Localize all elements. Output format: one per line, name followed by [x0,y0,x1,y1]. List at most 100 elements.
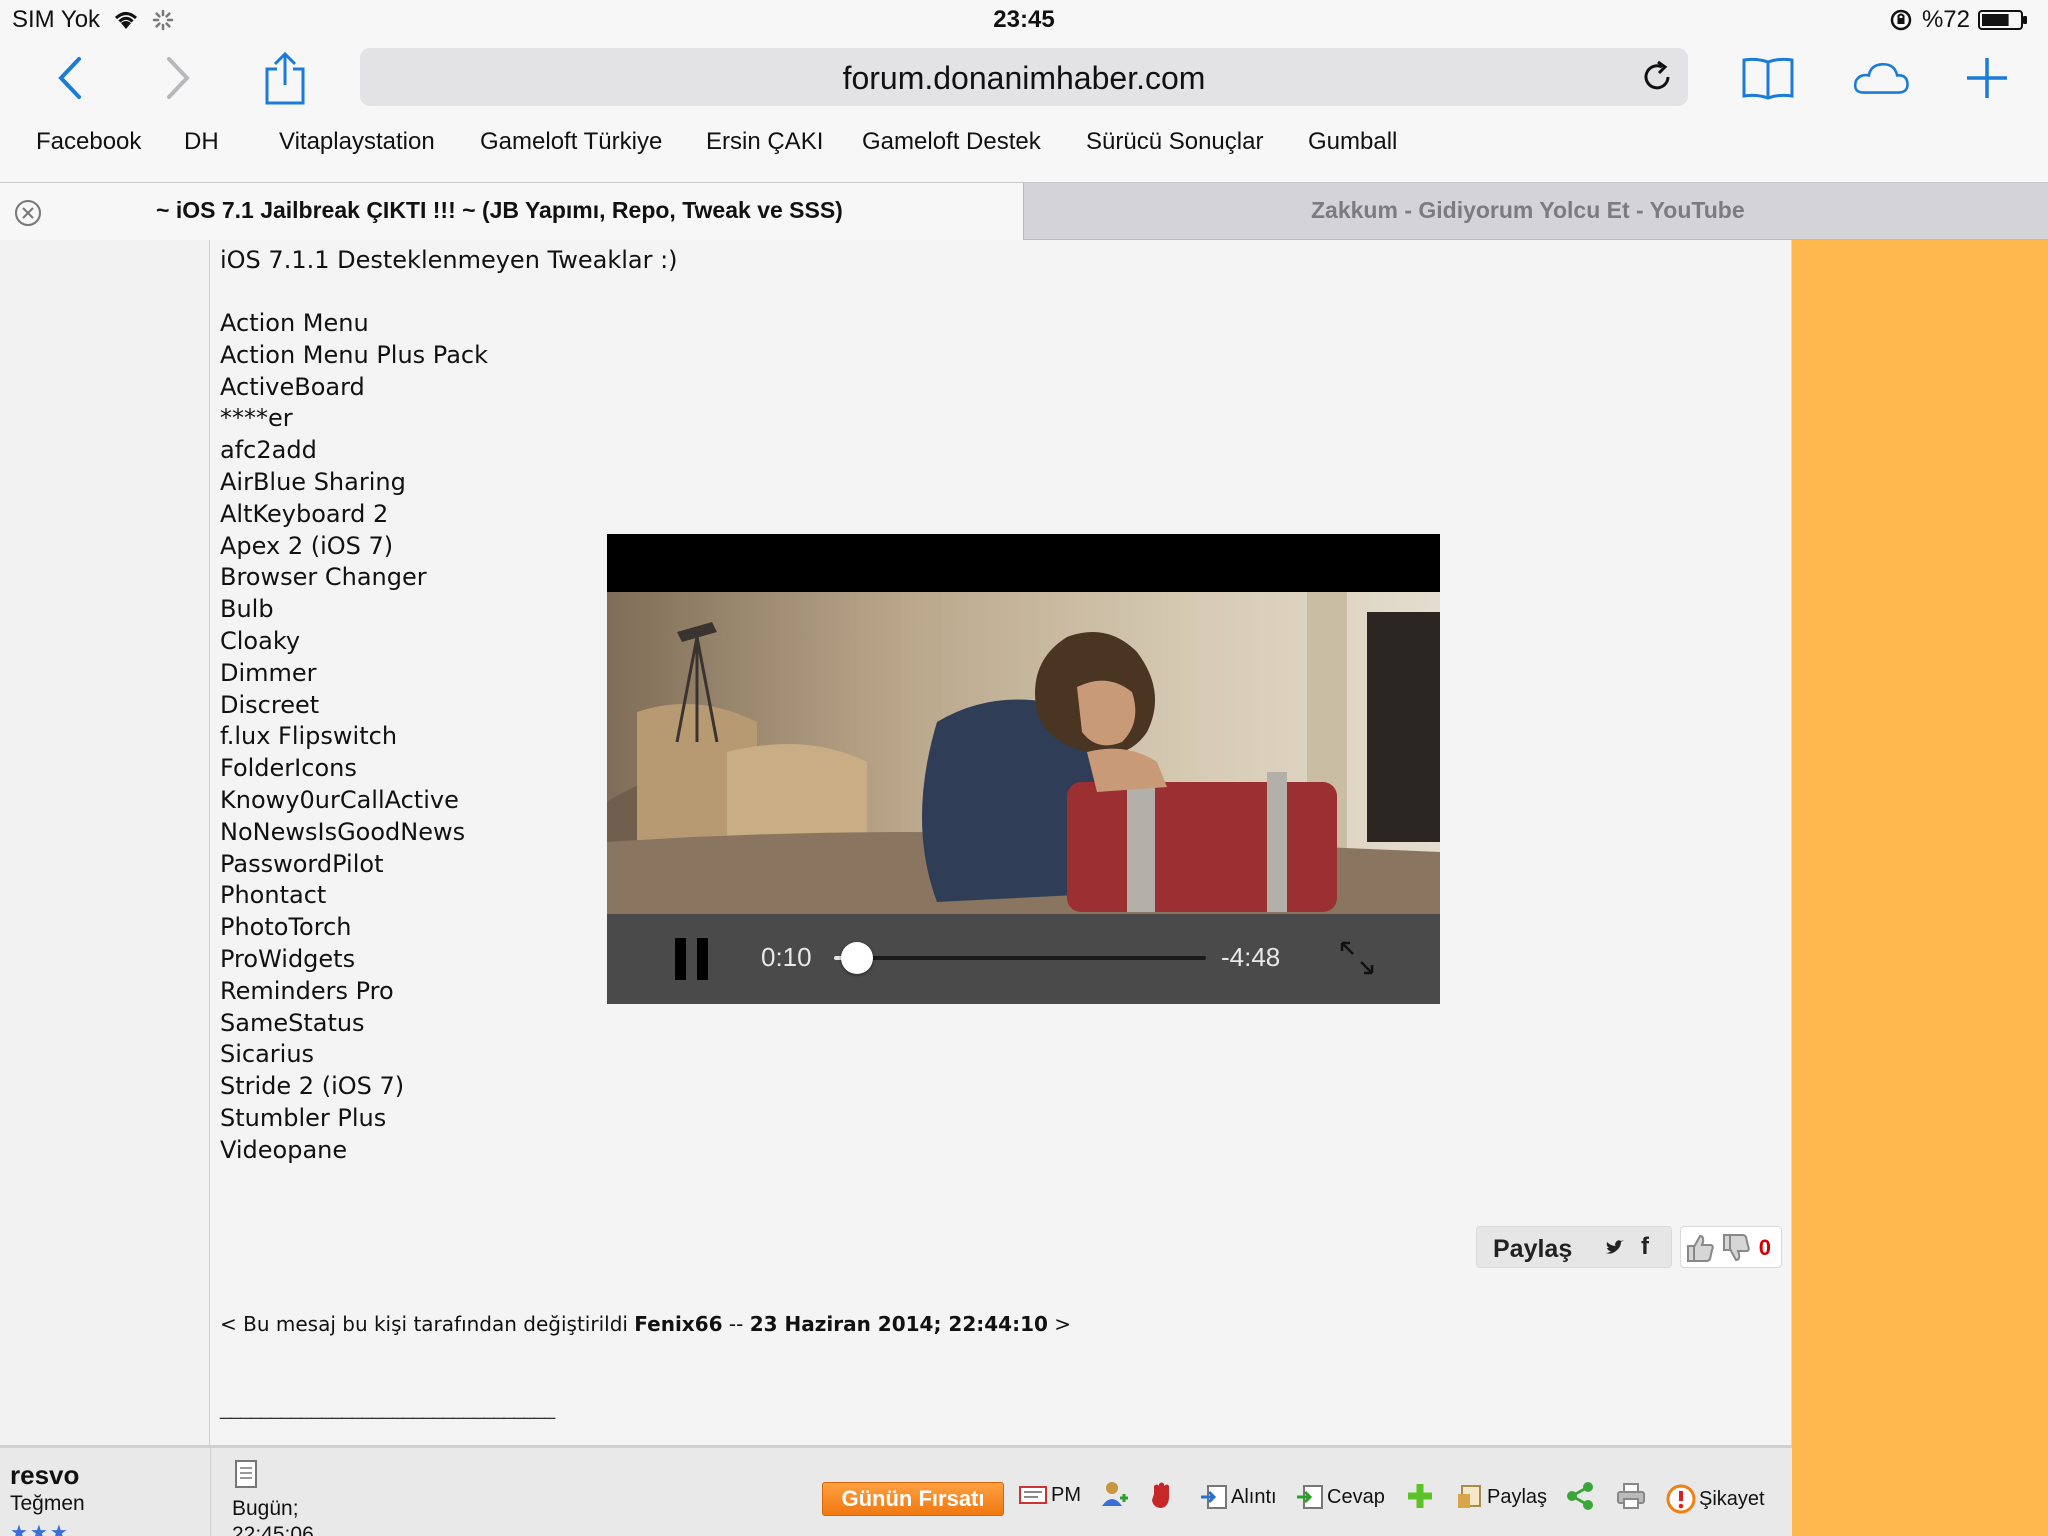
tweak-item: AirBlue Sharing [220,467,406,496]
pm-button[interactable]: PM [1018,1484,1081,1507]
tweak-list: Action Menu Action Menu Plus Pack ActiveBo… [220,308,488,1167]
thumbs-down-icon[interactable] [1721,1233,1751,1263]
bookmarks-button[interactable] [1738,50,1798,106]
bookmark-ersin-caki[interactable]: Ersin ÇAKI [706,128,823,156]
bookmark-surucu-sonuclar[interactable]: Sürücü Sonuçlar [1086,128,1263,156]
facebook-icon[interactable]: f [1641,1233,1649,1261]
battery-percent: %72 [1921,6,1970,33]
tweak-item: ****er [220,404,293,433]
video-controls: 0:10 -4:48 [607,914,1440,1004]
tweak-item: Apex 2 (iOS 7) [220,531,394,560]
next-post-date: Bugün; 22:45:06 [232,1496,314,1536]
vote-box: 0 [1680,1226,1782,1268]
reply-label: Cevap [1327,1485,1385,1508]
bookmark-gameloft-turkiye[interactable]: Gameloft Türkiye [480,128,662,156]
bookmark-gameloft-destek[interactable]: Gameloft Destek [862,128,1041,156]
battery-icon [1978,10,2027,30]
edit-note-date: 23 Haziran 2014; 22:44:10 [749,1312,1048,1336]
twitter-icon[interactable] [1605,1239,1625,1257]
page-side-background [1792,240,2048,1536]
tweak-item: Videopane [220,1135,348,1164]
edit-note-user[interactable]: Fenix66 [634,1312,722,1336]
tweak-item: Phontact [220,881,327,910]
reply-button[interactable]: Cevap [1296,1484,1385,1510]
status-right: %72 [1888,6,2028,34]
share-label: Paylaş [1493,1235,1573,1263]
warning-icon [1666,1484,1696,1514]
share-button[interactable] [255,50,315,106]
remaining-time: -4:48 [1221,942,1281,972]
chevron-right-icon [167,57,190,99]
status-bar: SIM Yok 23:45 %72 [0,0,2048,40]
next-post-rank-stars: ★★★ [10,1522,70,1536]
edit-note: < Bu mesaj bu kişi tarafından değiştiril… [220,1312,1071,1336]
report-button[interactable]: Şikayet [1666,1484,1765,1514]
tweak-item: Cloaky [220,626,301,655]
thumbs-up-icon[interactable] [1685,1233,1715,1263]
tweak-item: afc2add [220,436,317,465]
fullscreen-icon[interactable] [1339,940,1375,976]
bookmark-vitaplaystation[interactable]: Vitaplaystation [279,128,435,156]
progress-knob[interactable] [840,942,873,974]
share-post-icon [1458,1485,1481,1508]
video-frame[interactable] [607,592,1440,914]
next-post-divider [210,1448,211,1536]
share-box: Paylaş f [1476,1226,1672,1268]
next-post-rank: Teğmen [10,1492,85,1515]
signature-divider: _________________________________ [220,1398,555,1420]
reload-icon[interactable] [1640,60,1674,94]
tweak-item: ActiveBoard [220,372,365,401]
new-tab-button[interactable] [1957,50,2017,106]
share-icon [265,51,305,105]
tab-bar: ~ iOS 7.1 Jailbreak ÇIKTI !!! ~ (JB Yapı… [0,182,2048,240]
bookmark-dh[interactable]: DH [184,128,219,156]
book-icon [1742,57,1794,100]
quote-label: Alıntı [1231,1485,1277,1508]
message-icon [1019,1485,1047,1504]
forum-post: iOS 7.1.1 Desteklenmeyen Tweaklar :) Act… [210,240,1792,1445]
quote-button[interactable]: Alıntı [1200,1484,1277,1510]
post-author-column [0,240,210,1445]
plus-icon [1967,58,2007,98]
page-content: iOS 7.1.1 Desteklenmeyen Tweaklar :) Act… [0,240,2048,1536]
icloud-tabs-button[interactable] [1850,50,1910,106]
pause-icon[interactable] [671,936,715,982]
tweak-item: FolderIcons [220,754,357,783]
tweak-item: Dimmer [220,658,317,687]
tab-title-inactive: Zakkum - Gidiyorum Yolcu Et - YouTube [1311,197,1745,223]
next-post-username[interactable]: resvo [10,1460,79,1491]
tweak-item: Reminders Pro [220,976,394,1005]
bookmark-gumball[interactable]: Gumball [1308,128,1397,156]
rotation-lock-icon [1890,9,1912,31]
tweak-item: Stride 2 (iOS 7) [220,1072,405,1101]
video-player[interactable]: 0:10 -4:48 [607,534,1440,1004]
chevron-left-icon [58,57,81,99]
tab-jailbreak[interactable]: ~ iOS 7.1 Jailbreak ÇIKTI !!! ~ (JB Yapı… [0,183,1024,240]
tab-title-active: ~ iOS 7.1 Jailbreak ÇIKTI !!! ~ (JB Yapı… [156,197,843,223]
back-button[interactable] [40,50,100,106]
report-label: Şikayet [1699,1487,1765,1510]
print-icon[interactable] [1616,1482,1646,1510]
social-share-icon[interactable] [1566,1482,1594,1510]
share-post-button[interactable]: Paylaş [1456,1484,1547,1510]
close-tab-icon[interactable] [14,199,42,227]
progress-track[interactable] [834,956,1206,960]
ignore-hand-icon[interactable] [1148,1480,1176,1510]
bookmark-facebook[interactable]: Facebook [36,128,141,156]
status-time: 23:45 [993,6,1055,33]
vote-count: 0 [1758,1235,1771,1260]
add-icon[interactable] [1406,1482,1434,1510]
tweak-item: NoNewsIsGoodNews [220,817,466,846]
deal-of-day-button[interactable]: Günün Fırsatı [822,1482,1004,1516]
add-friend-icon[interactable] [1100,1480,1128,1510]
tweak-item: Discreet [220,690,320,719]
tweak-item: SameStatus [220,1008,365,1037]
post-heading: iOS 7.1.1 Desteklenmeyen Tweaklar :) [220,246,678,274]
elapsed-time: 0:10 [761,942,812,972]
tweak-item: PasswordPilot [220,849,384,878]
next-post-date-label: Bugün; [232,1497,299,1520]
address-bar[interactable]: forum.donanimhaber.com [360,48,1688,106]
forward-button[interactable] [148,50,208,106]
share-post-label: Paylaş [1487,1485,1548,1508]
tweak-item: ProWidgets [220,944,356,973]
